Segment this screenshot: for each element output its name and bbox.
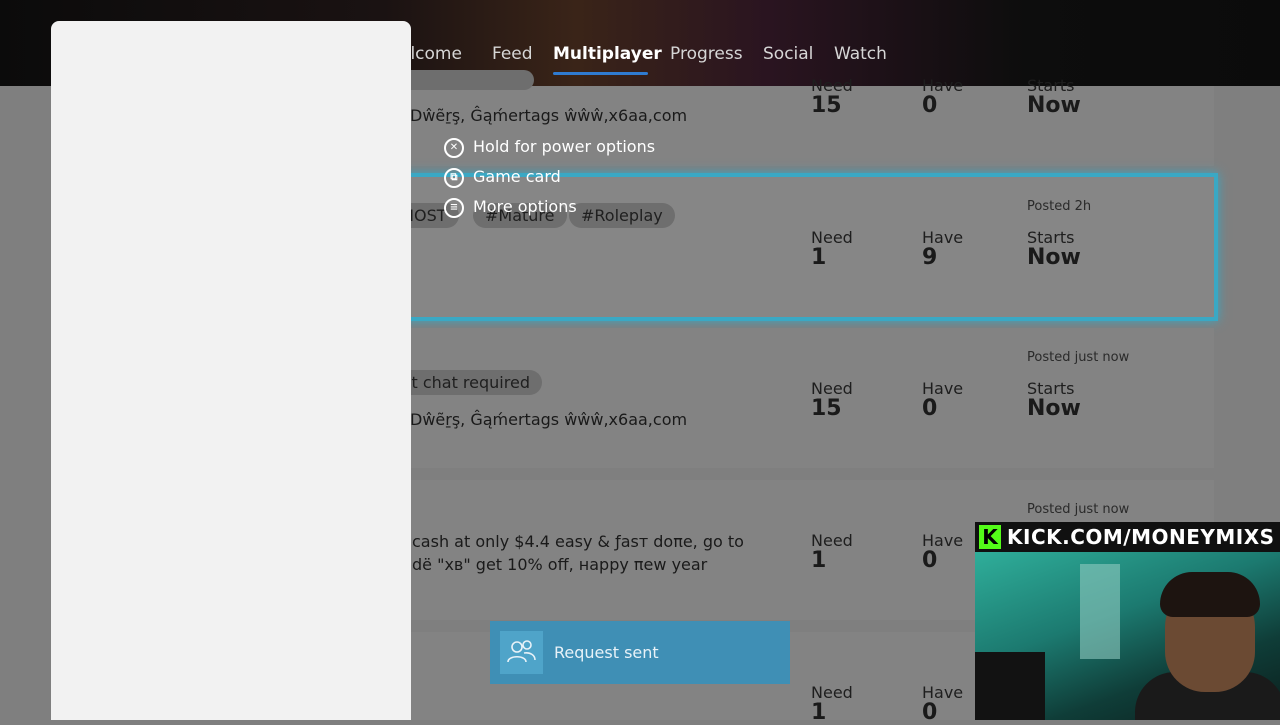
nav-tab-progress[interactable]: Progress [670,44,743,64]
nav-tab-watch[interactable]: Watch [834,44,887,64]
desk [975,652,1045,720]
menu-icon: ≡ [444,197,464,218]
view-icon: ⧉ [444,167,464,188]
post-description: Dŵẽṟş, Ĝąḿertags ŵŵŵ,x6aa,com [410,106,688,125]
posted-time: Posted just now [1027,350,1130,365]
post-description-line1: cash at only $4.4 easy & ƒaѕт doπe, go t… [412,532,744,551]
need-value: 15 [811,396,842,421]
need-value: 1 [811,548,827,573]
people-icon [500,631,543,674]
starts-value: Now [1027,93,1081,118]
kick-logo-icon: K [979,525,1001,549]
have-value: 0 [922,700,938,725]
have-value: 0 [922,548,938,573]
starts-value: Now [1027,396,1081,421]
post-tag-text-chat: xt chat required [390,370,542,395]
lfg-post-card[interactable]: xt chat required Dŵẽṟş, Ĝąḿertags ŵŵŵ,x6… [390,328,1214,468]
post-tag-roleplay: #Roleplay [569,203,675,228]
hint-game-card[interactable]: ⧉ Game card [444,167,561,188]
have-value: 0 [922,93,938,118]
post-description-line2: dë "хв" get 10% off, нappy πew year [412,555,708,574]
nav-tab-feed[interactable]: Feed [492,44,533,64]
toast-message: Request sent [554,643,659,662]
kick-banner: K KICK.COM/MONEYMIXS [975,522,1280,552]
xbox-icon: ✕ [444,137,464,158]
side-panel [51,21,411,720]
hint-label: Hold for power options [473,137,656,156]
post-description: Dŵẽṟş, Ĝąḿertags ŵŵŵ,x6aa,com [410,410,688,429]
need-value: 15 [811,93,842,118]
hint-label: Game card [473,167,561,186]
active-tab-indicator [553,72,648,75]
hint-more-options[interactable]: ≡ More options [444,197,577,218]
posted-time: Posted 2h [1027,199,1092,214]
lfg-post-card-focused[interactable]: HOST #Mature #Roleplay Posted 2h Need 1 … [390,173,1218,321]
have-value: 9 [922,245,938,270]
need-value: 1 [811,700,827,725]
nav-tab-multiplayer[interactable]: Multiplayer [553,44,662,64]
need-value: 1 [811,245,827,270]
webcam-feed [975,552,1280,720]
starts-value: Now [1027,245,1081,270]
kick-url: KICK.COM/MONEYMIXS [1007,525,1275,549]
nav-tab-social[interactable]: Social [763,44,813,64]
person-hair [1160,572,1260,617]
have-value: 0 [922,396,938,421]
hint-label: More options [473,197,577,216]
posted-time: Posted just now [1027,502,1130,517]
post-tag [390,70,534,90]
toast-notification: Request sent [490,621,790,684]
hint-power-options[interactable]: ✕ Hold for power options [444,137,655,158]
window-blind [1080,564,1120,659]
